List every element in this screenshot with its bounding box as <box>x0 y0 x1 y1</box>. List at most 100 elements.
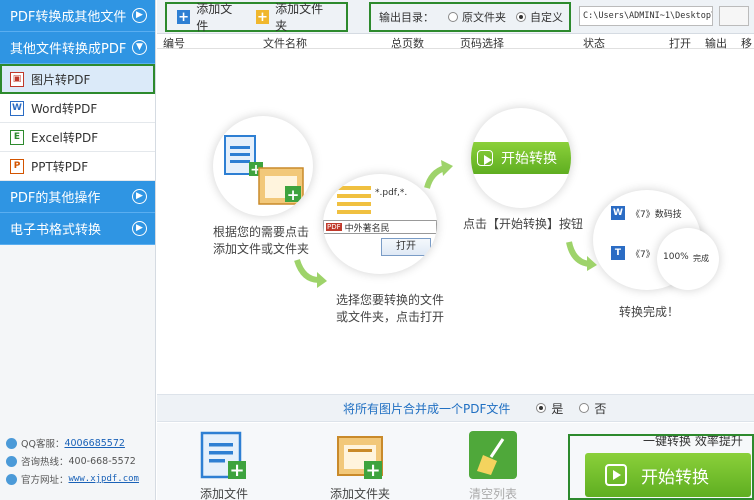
category-label: 其他文件转换成PDF <box>10 42 127 57</box>
col-index: 编号 <box>163 37 185 50</box>
play-icon <box>605 464 627 486</box>
start-convert-label: 开始转换 <box>641 467 709 488</box>
pdf-badge-icon: PDF <box>326 223 342 231</box>
radio-merge-no-label: 否 <box>594 401 607 416</box>
svg-text:+: + <box>287 186 300 204</box>
add-folder-icon: + <box>255 9 270 25</box>
col-status: 状态 <box>583 37 605 50</box>
thumb-progress: 100% <box>663 252 689 262</box>
add-folder-icon: + <box>336 431 384 481</box>
chevron-down-icon: ▼ <box>132 40 147 55</box>
col-move: 移 <box>741 37 752 50</box>
output-dir-group: 输出目录： 原文件夹 自定义 <box>369 2 571 32</box>
col-open: 打开 <box>669 37 691 50</box>
image-file-icon: ▣ <box>10 71 24 87</box>
chevron-right-icon: ▶ <box>132 8 147 23</box>
step3-text: 点击【开始转换】按钮 <box>462 217 583 231</box>
qq-icon <box>6 437 17 449</box>
sidebar-item-excel-to-pdf[interactable]: E Excel转PDF <box>0 123 155 152</box>
category-other-to-pdf[interactable]: 其他文件转换成PDF ▼ <box>0 32 155 64</box>
thumb-open-button: 打开 <box>381 238 431 256</box>
start-convert-button[interactable]: 开始转换 <box>585 453 751 497</box>
category-label: PDF的其他操作 <box>10 191 101 206</box>
step1-text: 根据您的需要点击 添加文件或文件夹 <box>212 225 309 256</box>
bottom-add-folder-button[interactable]: + 添加文件夹 <box>327 431 393 500</box>
output-dir-label: 输出目录： <box>379 11 434 24</box>
progress-bubble: 100% 完成 <box>657 228 719 290</box>
radio-merge-no[interactable] <box>579 403 590 413</box>
sidebar-item-label: Excel转PDF <box>31 130 99 145</box>
chevron-right-icon: ▶ <box>132 189 147 204</box>
sidebar-item-ppt-to-pdf[interactable]: P PPT转PDF <box>0 152 155 181</box>
phone-label: 咨询热线： <box>21 457 69 468</box>
add-file-icon: + <box>177 9 191 25</box>
sidebar-item-word-to-pdf[interactable]: W Word转PDF <box>0 94 155 123</box>
excel-file-icon: E <box>10 129 24 145</box>
sidebar-item-label: PPT转PDF <box>31 159 89 174</box>
radio-custom-folder[interactable] <box>516 12 526 22</box>
thumb-doc1: 《7》数码技 <box>631 209 682 220</box>
phone-value: 400-668-5572 <box>68 455 136 467</box>
clear-list-label: 清空列表 <box>468 487 517 500</box>
radio-merge-yes[interactable] <box>536 403 547 413</box>
toolbar: + 添加文件 + 添加文件夹 输出目录： 原文件夹 自定义 C:\Users\A… <box>157 0 754 34</box>
col-pages: 总页数 <box>391 37 424 50</box>
category-pdf-other-ops[interactable]: PDF的其他操作 ▶ <box>0 181 155 213</box>
output-path-input[interactable]: C:\Users\ADMINI~1\Desktop\ <box>579 6 713 26</box>
instructions-panel: + + 根据您的需要点击 添加文件或文件夹 *.pdf,*. PDF 中外著名民… <box>157 50 754 394</box>
step2-illustration: *.pdf,*. PDF 中外著名民 打开 <box>323 174 437 274</box>
radio-merge-yes-label: 是 <box>551 401 564 416</box>
site-label: 官方网址： <box>21 475 69 486</box>
col-filename: 文件名称 <box>263 37 307 50</box>
sidebar: PDF转换成其他文件 ▶ 其他文件转换成PDF ▼ ▣ 图片转PDF W Wor… <box>0 0 156 500</box>
site-link[interactable]: www.xjpdf.com <box>69 474 139 484</box>
step3-illustration: 开始转换 <box>471 108 571 208</box>
arrow-step3-to-step4-icon <box>566 241 597 271</box>
sidebar-item-label: 图片转PDF <box>31 72 91 87</box>
bottom-toolbar: + 添加文件 + 添加文件夹 清空列表 一键转换 效率提升 开始转换 <box>157 423 754 500</box>
step2-text: 选择您要转换的文件 或文件夹，点击打开 <box>335 293 444 324</box>
add-file-folder-icon: + + <box>224 135 304 205</box>
radio-original-folder[interactable] <box>448 12 458 22</box>
arrow-step1-to-step2-icon <box>294 259 327 288</box>
bottom-add-file-button[interactable]: + 添加文件 <box>195 431 253 500</box>
thumb-filename: 中外著名民 <box>344 223 390 234</box>
file-table-header: 编号 文件名称 总页数 页码选择 状态 打开 输出 移 <box>157 35 754 50</box>
merge-label: 将所有图片合并成一个PDF文件 <box>343 401 511 416</box>
qq-link[interactable]: 4006685572 <box>64 438 124 449</box>
start-convert-highlight: 开始转换 <box>568 434 754 500</box>
add-folder-button[interactable]: + 添加文件夹 <box>255 0 332 34</box>
play-icon <box>477 150 493 166</box>
file-type-filter: *.pdf,*. <box>375 188 408 198</box>
radio-original-label: 原文件夹 <box>462 11 506 24</box>
contact-info: QQ客服： 4006685572 咨询热线： 400-668-5572 官方网址… <box>6 434 139 488</box>
browse-button[interactable] <box>719 6 749 26</box>
step4-text: 转换完成！ <box>618 305 679 319</box>
thumb-doc2: 《7》 <box>631 249 655 260</box>
category-pdf-to-other[interactable]: PDF转换成其他文件 ▶ <box>0 0 155 32</box>
merge-option-bar: 将所有图片合并成一个PDF文件 是 否 <box>157 394 754 422</box>
thumb-done: 完成 <box>693 254 709 263</box>
category-label: 电子书格式转换 <box>10 223 102 238</box>
category-ebook-convert[interactable]: 电子书格式转换 ▶ <box>0 213 155 245</box>
radio-custom-label: 自定义 <box>530 11 563 24</box>
bottom-add-file-label: 添加文件 <box>199 487 248 500</box>
text-doc-icon: T <box>611 246 625 260</box>
ppt-file-icon: P <box>10 158 24 174</box>
add-file-button[interactable]: + 添加文件 <box>177 0 242 34</box>
svg-text:+: + <box>365 460 380 479</box>
home-icon <box>6 473 17 485</box>
add-file-icon: + <box>200 431 248 481</box>
col-output: 输出 <box>705 37 727 50</box>
arrow-step2-to-step3-icon <box>424 160 453 189</box>
add-folder-label: 添加文件夹 <box>275 2 324 33</box>
phone-icon <box>6 455 17 467</box>
col-page-select: 页码选择 <box>460 37 504 50</box>
clear-list-button[interactable]: 清空列表 <box>464 431 522 500</box>
thumb-start-label: 开始转换 <box>501 151 557 167</box>
category-label: PDF转换成其他文件 <box>10 10 127 25</box>
add-file-label: 添加文件 <box>196 2 233 33</box>
word-file-icon: W <box>10 100 24 116</box>
sidebar-item-image-to-pdf[interactable]: ▣ 图片转PDF <box>0 64 155 94</box>
qq-label: QQ客服： <box>21 439 65 450</box>
